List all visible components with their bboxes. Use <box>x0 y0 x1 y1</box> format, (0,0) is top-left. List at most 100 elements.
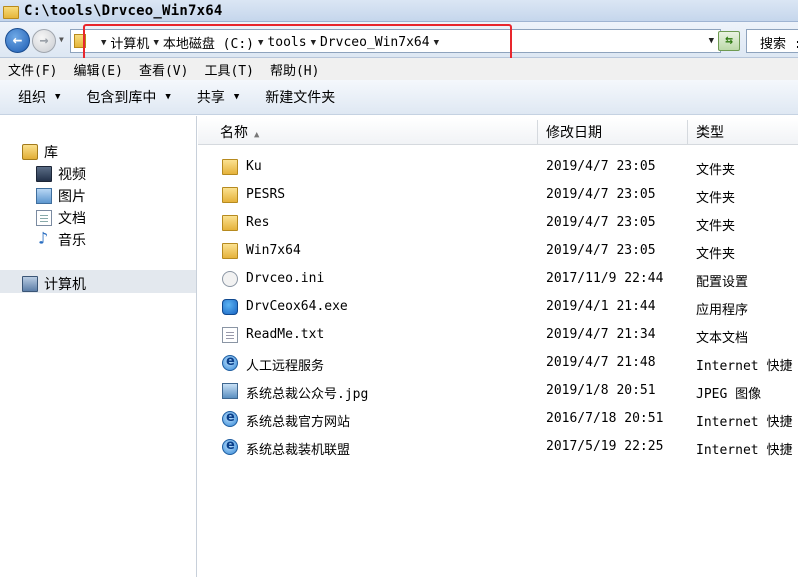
nav-music[interactable]: 音乐 <box>36 229 86 250</box>
application-icon <box>222 299 238 315</box>
nav-videos[interactable]: 视频 <box>36 164 86 184</box>
file-date: 2019/4/7 23:05 <box>546 159 656 174</box>
address-row: ← → ▼ ▼ 计算机 ▼ 本地磁盘 (C:) ▼ tools ▼ Drvceo… <box>0 22 798 58</box>
library-icon <box>22 144 38 160</box>
nav-computer[interactable]: 计算机 <box>22 274 86 294</box>
title-bar[interactable]: C:\tools\Drvceo_Win7x64 <box>0 0 798 22</box>
column-type[interactable]: 类型 <box>696 122 724 142</box>
table-row[interactable]: Res 2019/4/7 23:05 文件夹 <box>198 209 798 237</box>
file-date: 2019/1/8 20:51 <box>546 383 656 398</box>
menu-edit[interactable]: 编辑(E) <box>65 60 130 79</box>
nav-documents-label: 文档 <box>58 211 86 227</box>
table-row[interactable]: Ku 2019/4/7 23:05 文件夹 <box>198 153 798 181</box>
table-row[interactable]: 人工远程服务 2019/4/7 21:48 Internet 快捷 <box>198 349 798 377</box>
chevron-down-icon[interactable]: ▼ <box>101 38 106 48</box>
chevron-down-icon[interactable]: ▼ <box>311 38 316 48</box>
file-name: DrvCeox64.exe <box>246 299 348 314</box>
folder-icon <box>222 215 238 231</box>
internet-shortcut-icon <box>222 354 238 371</box>
folder-icon <box>222 159 238 175</box>
music-icon <box>36 229 52 249</box>
menu-view[interactable]: 查看(V) <box>131 60 196 79</box>
breadcrumb-drvceo[interactable]: Drvceo_Win7x64 <box>320 35 430 50</box>
column-name-label: 名称 <box>220 125 248 141</box>
chevron-down-icon[interactable]: ▼ <box>258 38 263 48</box>
file-list: 名称 ▲ 修改日期 类型 Ku 2019/4/7 23:05 文件夹 PESRS 2019… <box>198 116 798 577</box>
file-type: Internet 快捷 <box>696 415 793 430</box>
chevron-down-icon[interactable]: ▼ <box>434 38 439 48</box>
file-type: 文本文档 <box>696 331 749 346</box>
refresh-button[interactable]: ⇆ <box>718 31 740 51</box>
file-name: 人工远程服务 <box>246 359 325 374</box>
forward-button[interactable]: → <box>32 29 56 53</box>
file-date: 2019/4/7 23:05 <box>546 243 656 258</box>
file-name: Ku <box>246 159 262 174</box>
file-type: Internet 快捷 <box>696 359 793 374</box>
file-type: Internet 快捷 <box>696 443 793 458</box>
table-row[interactable]: Drvceo.ini 2017/11/9 22:44 配置设置 <box>198 265 798 293</box>
column-divider[interactable] <box>687 120 688 144</box>
column-divider[interactable] <box>537 120 538 144</box>
table-row[interactable]: Win7x64 2019/4/7 23:05 文件夹 <box>198 237 798 265</box>
file-date: 2019/4/7 21:34 <box>546 327 656 342</box>
file-type: 文件夹 <box>696 191 736 206</box>
file-name: 系统总裁官方网站 <box>246 415 351 430</box>
folder-icon <box>222 243 238 259</box>
menu-file[interactable]: 文件(F) <box>0 60 65 79</box>
file-date: 2019/4/7 23:05 <box>546 215 656 230</box>
nav-library-label: 库 <box>44 145 58 161</box>
file-name: Win7x64 <box>246 243 301 258</box>
include-in-library-button[interactable]: 包含到库中 ▼ <box>86 87 170 107</box>
nav-documents[interactable]: 文档 <box>36 208 86 228</box>
table-row[interactable]: PESRS 2019/4/7 23:05 文件夹 <box>198 181 798 209</box>
table-row[interactable]: 系统总裁官方网站 2016/7/18 20:51 Internet 快捷 <box>198 405 798 433</box>
address-bar[interactable]: ▼ 计算机 ▼ 本地磁盘 (C:) ▼ tools ▼ Drvceo_Win7x… <box>70 29 721 53</box>
text-file-icon <box>222 327 238 343</box>
share-button[interactable]: 共享 ▼ <box>197 87 239 107</box>
breadcrumb-tools[interactable]: tools <box>267 35 306 50</box>
internet-shortcut-icon <box>222 438 238 455</box>
file-name: 系统总裁装机联盟 <box>246 443 351 458</box>
column-name[interactable]: 名称 ▲ <box>220 122 259 142</box>
organize-button[interactable]: 组织 ▼ <box>18 87 60 107</box>
menu-help[interactable]: 帮助(H) <box>262 60 327 79</box>
address-dropdown-icon[interactable]: ▼ <box>709 36 714 46</box>
nav-library[interactable]: 库 <box>22 142 58 162</box>
nav-music-label: 音乐 <box>58 233 86 249</box>
command-bar: 组织 ▼ 包含到库中 ▼ 共享 ▼ 新建文件夹 <box>0 80 798 115</box>
chevron-down-icon[interactable]: ▼ <box>153 38 158 48</box>
video-icon <box>36 166 52 182</box>
folder-icon <box>3 4 19 19</box>
column-header-row: 名称 ▲ 修改日期 类型 <box>198 118 798 145</box>
folder-icon <box>222 187 238 203</box>
organize-label: 组织 <box>18 90 46 106</box>
file-type: 应用程序 <box>696 303 749 318</box>
table-row[interactable]: ReadMe.txt 2019/4/7 21:34 文本文档 <box>198 321 798 349</box>
search-input[interactable]: 搜索 : <box>746 29 798 53</box>
settings-file-icon <box>222 271 238 287</box>
file-type: JPEG 图像 <box>696 387 762 402</box>
file-name: PESRS <box>246 187 286 202</box>
table-row[interactable]: 系统总裁公众号.jpg 2019/1/8 20:51 JPEG 图像 <box>198 377 798 405</box>
table-row[interactable]: 系统总裁装机联盟 2017/5/19 22:25 Internet 快捷 <box>198 433 798 461</box>
column-date[interactable]: 修改日期 <box>546 122 602 142</box>
file-date: 2019/4/7 21:48 <box>546 355 656 370</box>
file-date: 2019/4/7 23:05 <box>546 187 656 202</box>
breadcrumb-computer[interactable]: 计算机 <box>110 33 149 52</box>
folder-icon <box>74 34 86 48</box>
file-type: 文件夹 <box>696 247 736 262</box>
new-folder-button[interactable]: 新建文件夹 <box>265 87 335 107</box>
table-row[interactable]: DrvCeox64.exe 2019/4/1 21:44 应用程序 <box>198 293 798 321</box>
file-date: 2019/4/1 21:44 <box>546 299 656 314</box>
file-type: 配置设置 <box>696 275 749 290</box>
picture-icon <box>36 188 52 204</box>
breadcrumb-local-disk[interactable]: 本地磁盘 (C:) <box>163 33 254 52</box>
chevron-down-icon: ▼ <box>55 92 61 102</box>
history-dropdown-icon[interactable]: ▼ <box>59 35 64 44</box>
back-button[interactable]: ← <box>5 28 30 53</box>
file-type: 文件夹 <box>696 163 736 178</box>
nav-pictures[interactable]: 图片 <box>36 186 86 206</box>
menu-tools[interactable]: 工具(T) <box>196 60 261 79</box>
nav-computer-label: 计算机 <box>44 277 86 293</box>
nav-pictures-label: 图片 <box>58 189 86 205</box>
